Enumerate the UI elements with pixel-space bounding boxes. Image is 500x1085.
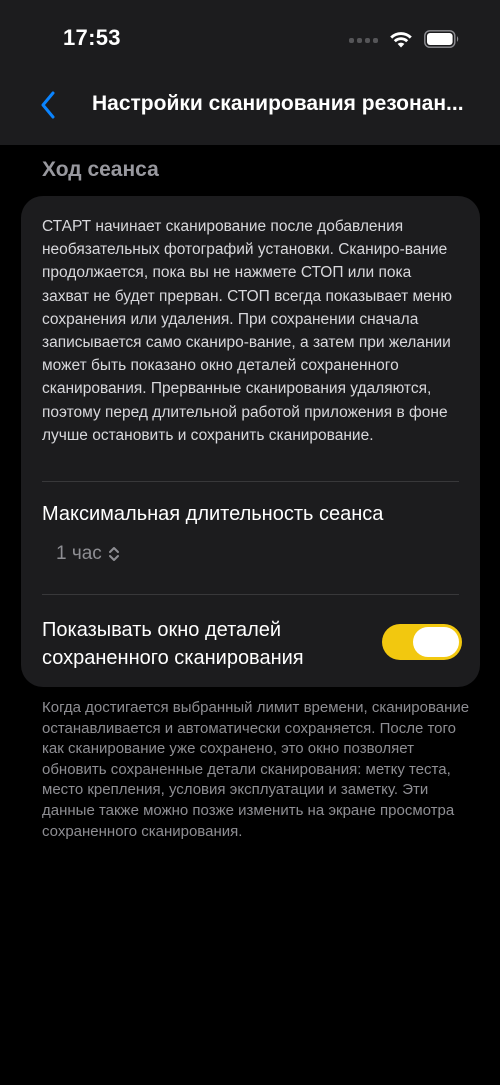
chevron-left-icon	[41, 91, 55, 119]
chevron-up-down-icon	[108, 547, 119, 561]
page-title: Настройки сканирования резонан...	[92, 92, 464, 115]
wifi-icon	[390, 31, 412, 48]
max-duration-value: 1 час	[56, 543, 102, 564]
screen: 17:53 Настройки сканирования резонан... …	[0, 0, 500, 1085]
divider	[42, 594, 459, 595]
status-icons	[349, 28, 460, 50]
show-details-toggle-label: Показывать окно деталей сохраненного ска…	[42, 619, 304, 669]
settings-card: СТАРТ начинает сканирование после добавл…	[21, 196, 480, 687]
toggle-knob	[413, 627, 459, 657]
footer-note: Когда достигается выбранный лимит времен…	[42, 699, 470, 840]
section-header: Ход сеанса	[42, 158, 159, 181]
max-duration-picker[interactable]: 1 час	[56, 543, 120, 565]
divider	[42, 481, 459, 482]
battery-icon	[424, 30, 460, 48]
navigation-bar: 17:53 Настройки сканирования резонан...	[0, 0, 500, 145]
session-description: СТАРТ начинает сканирование после добавл…	[42, 218, 452, 444]
show-details-toggle[interactable]	[382, 624, 462, 660]
max-duration-label: Максимальная длительность сеанса	[42, 503, 384, 525]
status-time: 17:53	[63, 25, 121, 50]
cellular-signal-icon	[349, 35, 378, 43]
back-button[interactable]	[36, 90, 60, 120]
